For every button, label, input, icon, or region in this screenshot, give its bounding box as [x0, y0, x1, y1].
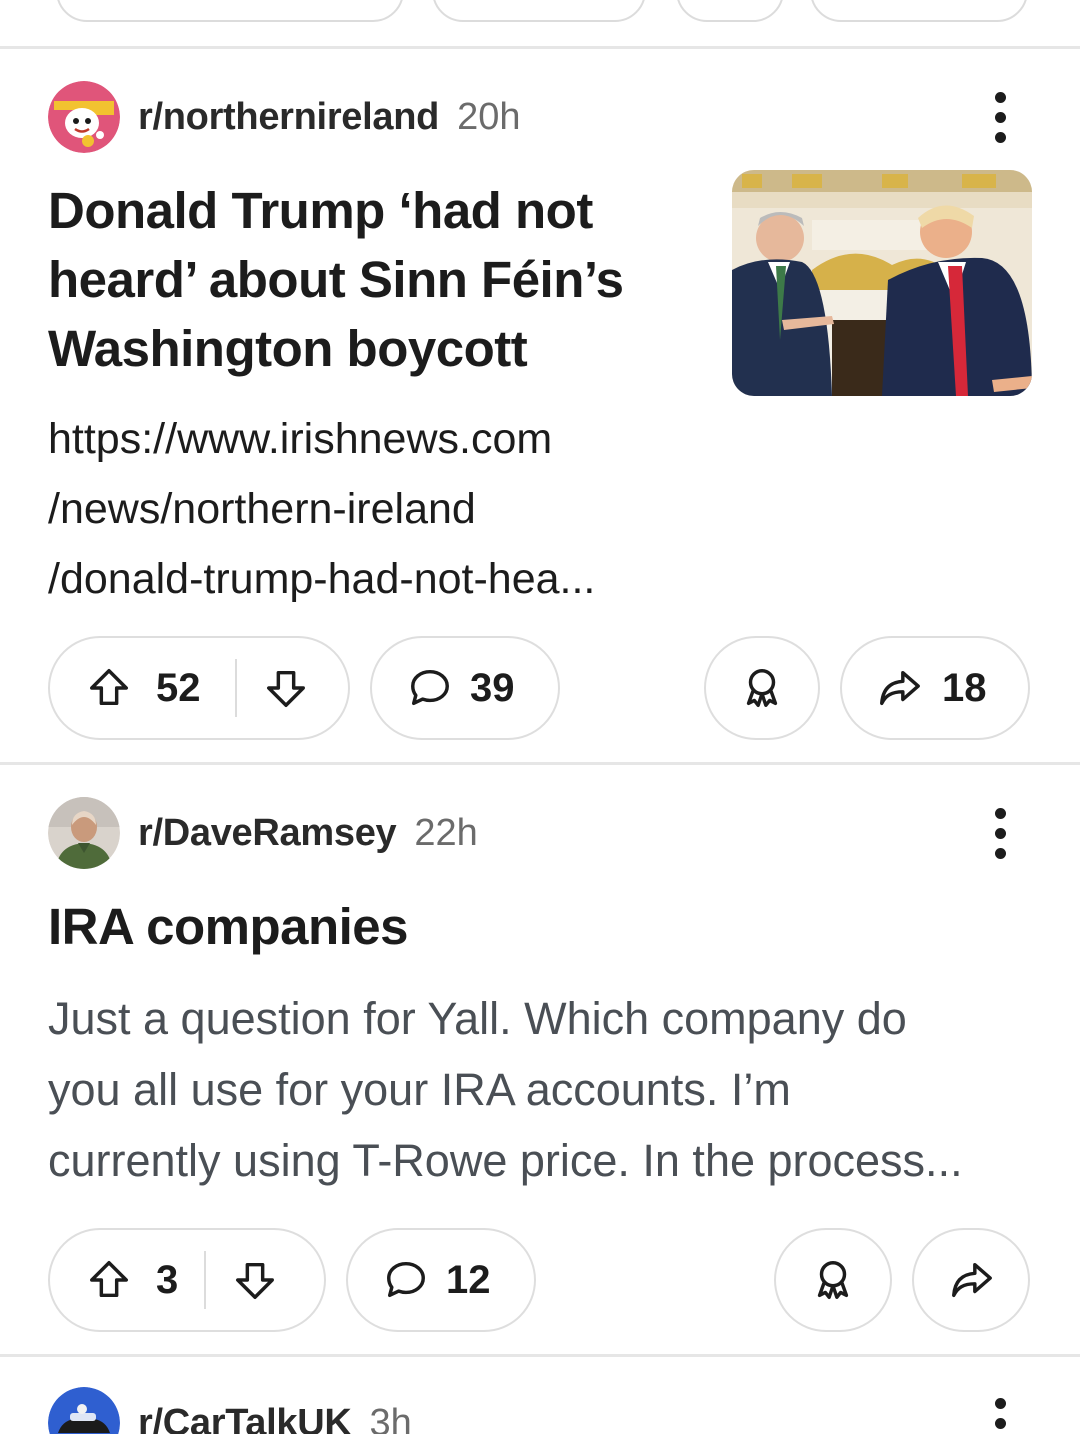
share-button[interactable]: 18 — [840, 636, 1030, 740]
post-time: 20h — [457, 95, 521, 138]
award-ribbon-icon — [810, 1257, 856, 1303]
body-line: Just a question for Yall. Which company … — [48, 993, 907, 1044]
vote-pill: 52 — [48, 636, 350, 740]
daveramsey-portrait-icon — [48, 797, 120, 869]
post-divider — [0, 1354, 1080, 1357]
upvote-count: 3 — [156, 1257, 179, 1302]
subreddit-name[interactable]: r/northernireland — [138, 96, 439, 139]
share-button[interactable] — [912, 1228, 1030, 1332]
post-header: r/northernireland 20h — [48, 80, 520, 154]
previous-share-pill[interactable] — [810, 0, 1028, 22]
post-title[interactable]: Donald Trump ‘had not heard’ about Sinn … — [48, 176, 624, 383]
more-dot — [994, 111, 1006, 123]
more-dot — [994, 847, 1006, 859]
more-vertical-icon — [994, 1397, 1006, 1409]
arrow-up-icon[interactable] — [86, 665, 132, 711]
body-line: currently using T-Rowe price. In the pro… — [48, 1135, 963, 1186]
subreddit-name[interactable]: r/CarTalkUK — [138, 1402, 352, 1434]
award-button[interactable] — [774, 1228, 892, 1332]
arrow-down-icon[interactable] — [263, 665, 309, 711]
previous-comment-pill[interactable] — [432, 0, 646, 22]
subreddit-avatar[interactable] — [48, 797, 120, 869]
vote-separator — [234, 659, 237, 717]
more-dot — [994, 827, 1006, 839]
more-vertical-icon — [994, 807, 1006, 819]
post-thumbnail[interactable] — [732, 170, 1032, 396]
more-options-button[interactable] — [980, 1386, 1020, 1434]
cartalkuk-car-icon — [48, 1387, 120, 1434]
link-line: /donald-trump-had-not-hea... — [48, 555, 596, 603]
subreddit-name[interactable]: r/DaveRamsey — [138, 812, 397, 855]
northernireland-snoo-icon — [48, 81, 120, 153]
post-divider — [0, 762, 1080, 765]
post-header: r/DaveRamsey 22h — [48, 796, 478, 870]
more-dot — [994, 131, 1006, 143]
vote-separator — [204, 1251, 207, 1309]
share-count: 18 — [942, 665, 987, 710]
arrow-up-icon[interactable] — [86, 1257, 132, 1303]
upvote-count: 52 — [156, 665, 201, 710]
share-arrow-icon — [874, 665, 924, 711]
link-line: /news/northern-ireland — [48, 485, 476, 533]
more-options-button[interactable] — [980, 796, 1020, 870]
previous-post-actions — [0, 0, 1080, 22]
feed: r/northernireland 20h Donald Trump ‘had … — [0, 0, 1080, 1434]
comment-count: 39 — [470, 665, 515, 710]
arrow-down-icon[interactable] — [232, 1257, 278, 1303]
comment-button[interactable]: 12 — [346, 1228, 536, 1332]
post-header: r/CarTalkUK 3h — [48, 1386, 412, 1434]
post-link[interactable]: https://www.irishnews.com /news/northern… — [48, 404, 595, 614]
speech-bubble-icon — [406, 665, 454, 711]
more-vertical-icon — [994, 91, 1006, 103]
more-options-button[interactable] — [980, 80, 1020, 154]
post-title[interactable]: IRA companies — [48, 892, 409, 961]
comment-count: 12 — [446, 1257, 491, 1302]
post-body[interactable]: Just a question for Yall. Which company … — [48, 983, 1038, 1196]
previous-vote-pill[interactable] — [56, 0, 404, 22]
link-line: https://www.irishnews.com — [48, 415, 553, 463]
body-line: you all use for your IRA accounts. I’m — [48, 1064, 791, 1115]
award-button[interactable] — [704, 636, 820, 740]
vote-pill: 3 — [48, 1228, 326, 1332]
subreddit-avatar[interactable] — [48, 81, 120, 153]
award-ribbon-icon — [739, 665, 785, 711]
speech-bubble-icon — [382, 1257, 430, 1303]
title-line: Washington boycott — [48, 320, 528, 377]
photo-thumbnail-icon — [732, 170, 1032, 396]
share-arrow-icon — [946, 1257, 996, 1303]
post-divider — [0, 46, 1080, 49]
title-line: Donald Trump ‘had not — [48, 182, 593, 239]
title-line: heard’ about Sinn Féin’s — [48, 251, 624, 308]
previous-award-pill[interactable] — [676, 0, 784, 22]
subreddit-avatar[interactable] — [48, 1387, 120, 1434]
post-time: 22h — [414, 811, 478, 854]
comment-button[interactable]: 39 — [370, 636, 560, 740]
more-dot — [994, 1417, 1006, 1429]
post-time: 3h — [369, 1401, 412, 1434]
